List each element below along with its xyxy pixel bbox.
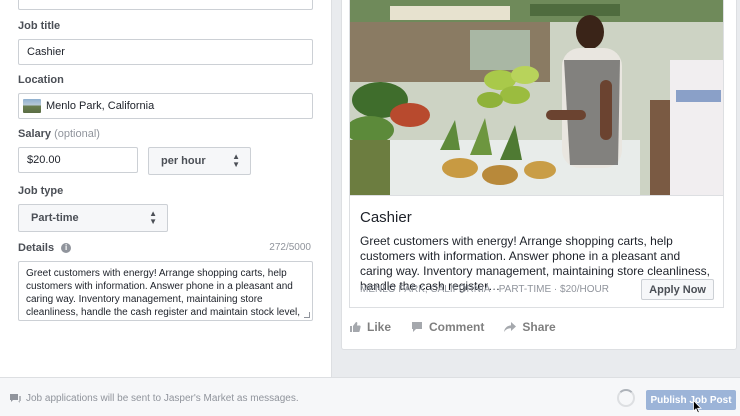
salary-amount-input[interactable]: $20.00 [18,147,138,173]
share-label: Share [522,320,556,334]
salary-label: Salary (optional) [18,128,100,140]
share-button[interactable]: Share [504,320,556,334]
job-post-photo [349,0,724,196]
like-button[interactable]: Like [349,320,391,334]
dialog-footer: Job applications will be sent to Jasper'… [0,377,740,416]
resize-grip-icon[interactable] [304,312,310,318]
job-form-panel: Job title Cashier Location Menlo Park, C… [0,0,332,377]
details-label: Details i [18,242,72,254]
preview-job-title: Cashier [360,209,412,226]
job-type-label: Job type [18,185,64,197]
previous-field-stub [18,0,313,10]
job-type-value: Part-time [31,212,79,224]
details-value: Greet customers with energy! Arrange sho… [26,268,301,318]
location-label: Location [18,74,64,86]
salary-amount-value: $20.00 [27,154,61,166]
post-actions: Like Comment Share [349,320,556,334]
spinner-icon [617,389,635,407]
like-label: Like [367,320,392,334]
apply-now-button[interactable]: Apply Now [641,279,714,300]
job-post-preview: Cashier Greet customers with energy! Arr… [341,0,737,350]
details-label-text: Details [18,242,55,254]
job-title-label: Job title [18,20,61,32]
footer-note: Job applications will be sent to Jasper'… [10,393,299,404]
details-textarea[interactable]: Greet customers with energy! Arrange sho… [18,261,313,321]
details-char-counter: 272/5000 [269,242,311,253]
salary-period-select[interactable]: per hour ▲ ▼ [148,147,251,175]
comment-button[interactable]: Comment [411,320,484,334]
publish-job-post-button[interactable]: Publish Job Post [646,390,736,410]
job-type-select[interactable]: Part-time ▲ ▼ [18,204,168,232]
salary-period-value: per hour [161,155,206,167]
location-input[interactable]: Menlo Park, California [18,93,313,119]
like-icon [350,322,361,332]
job-post-info: Cashier Greet customers with energy! Arr… [349,196,724,308]
preview-meta: MENLO PARK, CALIFORNIA · PART-TIME · $20… [360,284,609,295]
location-value: Menlo Park, California [46,100,155,112]
job-title-value: Cashier [27,46,65,58]
salary-label-text: Salary [18,128,52,140]
caret-icon: ▲ ▼ [232,152,240,169]
salary-optional-text: (optional) [54,128,100,140]
caret-icon: ▲ ▼ [149,209,157,226]
comment-label: Comment [429,320,485,334]
footer-note-text: Job applications will be sent to Jasper'… [26,393,299,404]
share-icon [504,322,517,332]
cursor-icon [693,400,702,414]
job-title-input[interactable]: Cashier [18,39,313,65]
comment-icon [412,322,423,332]
location-map-thumbnail [23,99,41,113]
message-icon [10,394,21,403]
info-icon[interactable]: i [61,243,72,253]
